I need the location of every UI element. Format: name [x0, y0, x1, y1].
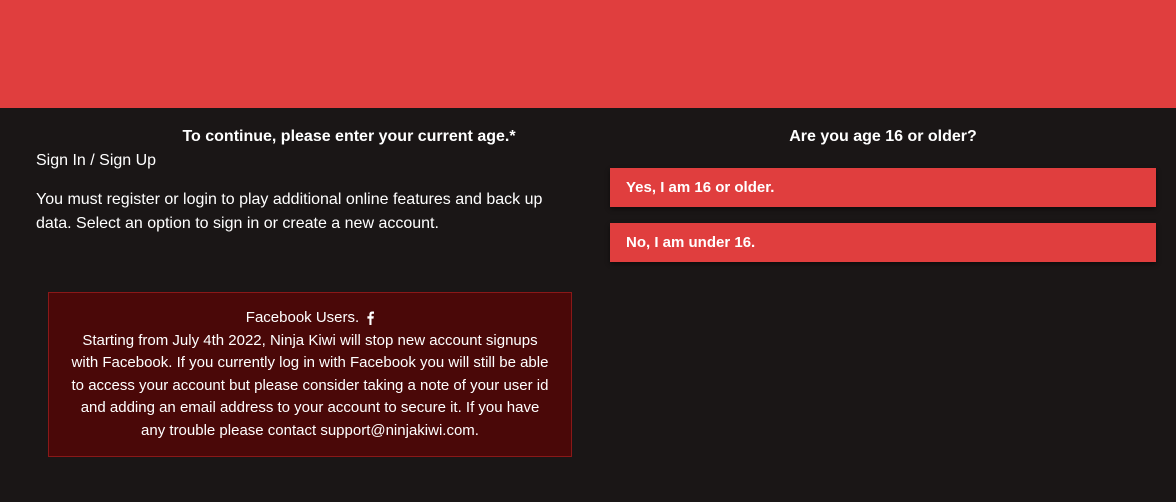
facebook-notice-title-row: Facebook Users.	[246, 307, 374, 330]
facebook-notice: Facebook Users. Starting from July 4th 2…	[48, 292, 572, 457]
age-question: Are you age 16 or older?	[610, 128, 1156, 146]
top-banner	[0, 0, 1176, 108]
age-no-button[interactable]: No, I am under 16.	[610, 223, 1156, 262]
age-yes-button[interactable]: Yes, I am 16 or older.	[610, 168, 1156, 207]
signin-description: You must register or login to play addit…	[36, 188, 582, 236]
facebook-notice-title: Facebook Users.	[246, 307, 359, 330]
facebook-icon	[367, 311, 374, 325]
signin-heading: Sign In / Sign Up	[36, 152, 582, 170]
left-column: To continue, please enter your current a…	[0, 128, 600, 457]
age-prompt-text: To continue, please enter your current a…	[36, 128, 582, 146]
main-content: To continue, please enter your current a…	[0, 108, 1176, 457]
facebook-notice-body: Starting from July 4th 2022, Ninja Kiwi …	[67, 330, 553, 443]
right-column: Are you age 16 or older? Yes, I am 16 or…	[600, 128, 1176, 457]
